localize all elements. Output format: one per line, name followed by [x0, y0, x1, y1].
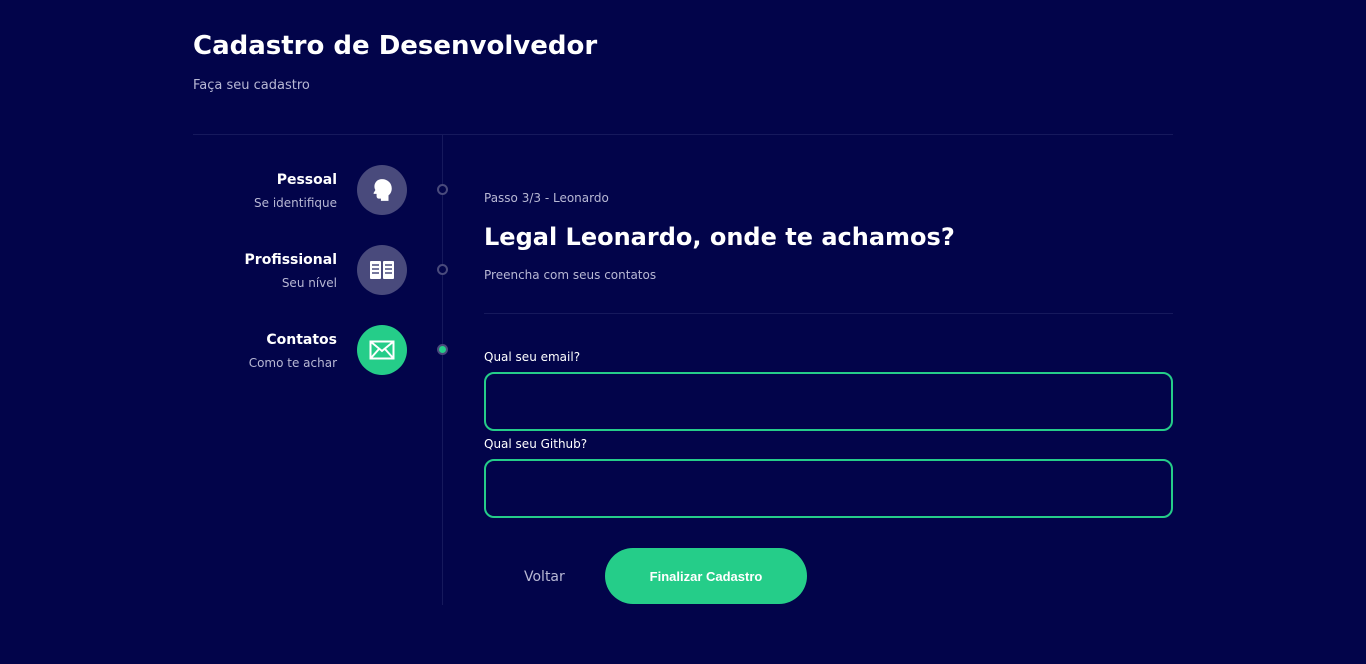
step-title: Profissional: [244, 252, 337, 268]
github-label: Qual seu Github?: [484, 437, 588, 451]
step-counter: Passo 3/3 - Leonardo: [484, 191, 609, 205]
person-head-icon: [357, 165, 407, 215]
step-description: Seu nível: [281, 276, 337, 290]
sidebar-item-profissional[interactable]: Profissional Seu nível: [193, 245, 448, 297]
steps-sidebar: Pessoal Se identifique Profissional Seu …: [193, 135, 448, 605]
step-dot-active: [437, 344, 448, 355]
page-title: Cadastro de Desenvolvedor: [193, 31, 598, 61]
step-title: Contatos: [266, 332, 337, 348]
mail-icon: [357, 325, 407, 375]
email-field[interactable]: [484, 372, 1173, 431]
form-description: Preencha com seus contatos: [484, 268, 657, 282]
back-button[interactable]: Voltar: [504, 557, 585, 597]
finish-button[interactable]: Finalizar Cadastro: [605, 548, 807, 604]
step-title: Pessoal: [276, 172, 337, 188]
sidebar-item-pessoal[interactable]: Pessoal Se identifique: [193, 165, 448, 217]
book-icon: [357, 245, 407, 295]
form-divider: [484, 313, 1173, 314]
contact-form: Passo 3/3 - Leonardo Legal Leonardo, ond…: [484, 135, 1173, 605]
step-description: Como te achar: [248, 356, 337, 370]
form-title: Legal Leonardo, onde te achamos?: [484, 223, 955, 251]
step-dot: [437, 184, 448, 195]
sidebar-item-contatos[interactable]: Contatos Como te achar: [193, 325, 448, 377]
email-label: Qual seu email?: [484, 350, 581, 364]
page-subtitle: Faça seu cadastro: [193, 78, 310, 93]
step-description: Se identifique: [254, 196, 337, 210]
step-dot: [437, 264, 448, 275]
app-container: Cadastro de Desenvolvedor Faça seu cadas…: [193, 0, 1173, 664]
github-field[interactable]: [484, 459, 1173, 518]
